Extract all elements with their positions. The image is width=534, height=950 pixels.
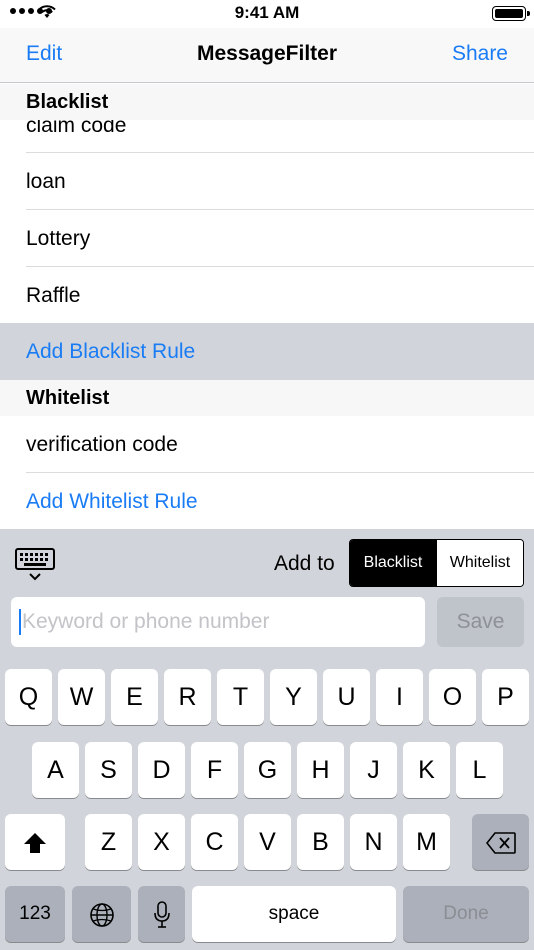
key-e[interactable]: E — [111, 669, 158, 725]
keyboard-dismiss-icon[interactable] — [14, 546, 56, 584]
key-n[interactable]: N — [350, 814, 397, 870]
text-caret — [19, 609, 21, 635]
rule-label: loan — [26, 170, 66, 193]
table-row[interactable]: Raffle — [0, 267, 534, 324]
shift-arrow-icon — [24, 833, 46, 854]
save-button[interactable]: Save — [437, 597, 524, 647]
navigation-bar: Edit MessageFilter Share — [0, 28, 534, 83]
add-whitelist-rule-label: Add Whitelist Rule — [26, 490, 198, 513]
key-o[interactable]: O — [429, 669, 476, 725]
delete-key[interactable] — [472, 814, 529, 870]
globe-key[interactable] — [72, 886, 131, 942]
status-time: 9:41 AM — [234, 3, 300, 22]
globe-icon — [89, 903, 114, 928]
key-y[interactable]: Y — [270, 669, 317, 725]
list-segmented-control[interactable]: Blacklist Whitelist — [349, 539, 524, 587]
key-u[interactable]: U — [323, 669, 370, 725]
segment-blacklist[interactable]: Blacklist — [350, 540, 436, 586]
key-d[interactable]: D — [138, 742, 185, 798]
key-x[interactable]: X — [138, 814, 185, 870]
key-r[interactable]: R — [164, 669, 211, 725]
add-whitelist-rule-button[interactable]: Add Whitelist Rule — [0, 473, 534, 529]
key-s[interactable]: S — [85, 742, 132, 798]
space-key[interactable]: space — [192, 886, 396, 942]
keyboard: Q W E R T Y U I O P A S D F G H J K L Z … — [0, 660, 534, 950]
key-p[interactable]: P — [482, 669, 529, 725]
numbers-key[interactable]: 123 — [5, 886, 65, 942]
table-row[interactable]: Lottery — [0, 210, 534, 267]
dictation-key[interactable] — [138, 886, 185, 942]
status-bar: 9:41 AM — [0, 0, 534, 28]
key-t[interactable]: T — [217, 669, 264, 725]
share-button[interactable]: Share — [452, 42, 508, 66]
add-blacklist-rule-label: Add Blacklist Rule — [26, 340, 196, 363]
add-blacklist-rule-button[interactable]: Add Blacklist Rule — [0, 323, 534, 380]
add-to-label: Add to — [274, 552, 335, 575]
rule-label: verification code — [26, 433, 178, 456]
rules-table[interactable]: claim code loan Lottery Raffle Add Black… — [0, 84, 534, 529]
rule-label: Raffle — [26, 284, 81, 307]
done-key[interactable]: Done — [403, 886, 529, 942]
keyword-input[interactable]: Keyword or phone number — [11, 597, 425, 647]
segment-whitelist[interactable]: Whitelist — [436, 540, 523, 586]
table-row[interactable]: loan — [0, 153, 534, 210]
battery-icon — [492, 6, 530, 21]
backspace-icon — [485, 832, 516, 855]
rule-label: Lottery — [26, 227, 91, 250]
key-m[interactable]: M — [403, 814, 450, 870]
table-row[interactable]: verification code — [0, 416, 534, 473]
keyword-input-placeholder: Keyword or phone number — [22, 610, 270, 633]
key-f[interactable]: F — [191, 742, 238, 798]
key-q[interactable]: Q — [5, 669, 52, 725]
whitelist-section-header: Whitelist — [0, 380, 534, 416]
key-j[interactable]: J — [350, 742, 397, 798]
key-i[interactable]: I — [376, 669, 423, 725]
key-c[interactable]: C — [191, 814, 238, 870]
input-accessory-bar: Add to Blacklist Whitelist Keyword or ph… — [0, 529, 534, 660]
blacklist-section-header: Blacklist — [0, 84, 534, 120]
key-a[interactable]: A — [32, 742, 79, 798]
key-h[interactable]: H — [297, 742, 344, 798]
microphone-icon — [153, 901, 170, 929]
key-v[interactable]: V — [244, 814, 291, 870]
shift-key[interactable] — [5, 814, 65, 870]
key-w[interactable]: W — [58, 669, 105, 725]
key-l[interactable]: L — [456, 742, 503, 798]
key-b[interactable]: B — [297, 814, 344, 870]
key-z[interactable]: Z — [85, 814, 132, 870]
key-g[interactable]: G — [244, 742, 291, 798]
key-k[interactable]: K — [403, 742, 450, 798]
